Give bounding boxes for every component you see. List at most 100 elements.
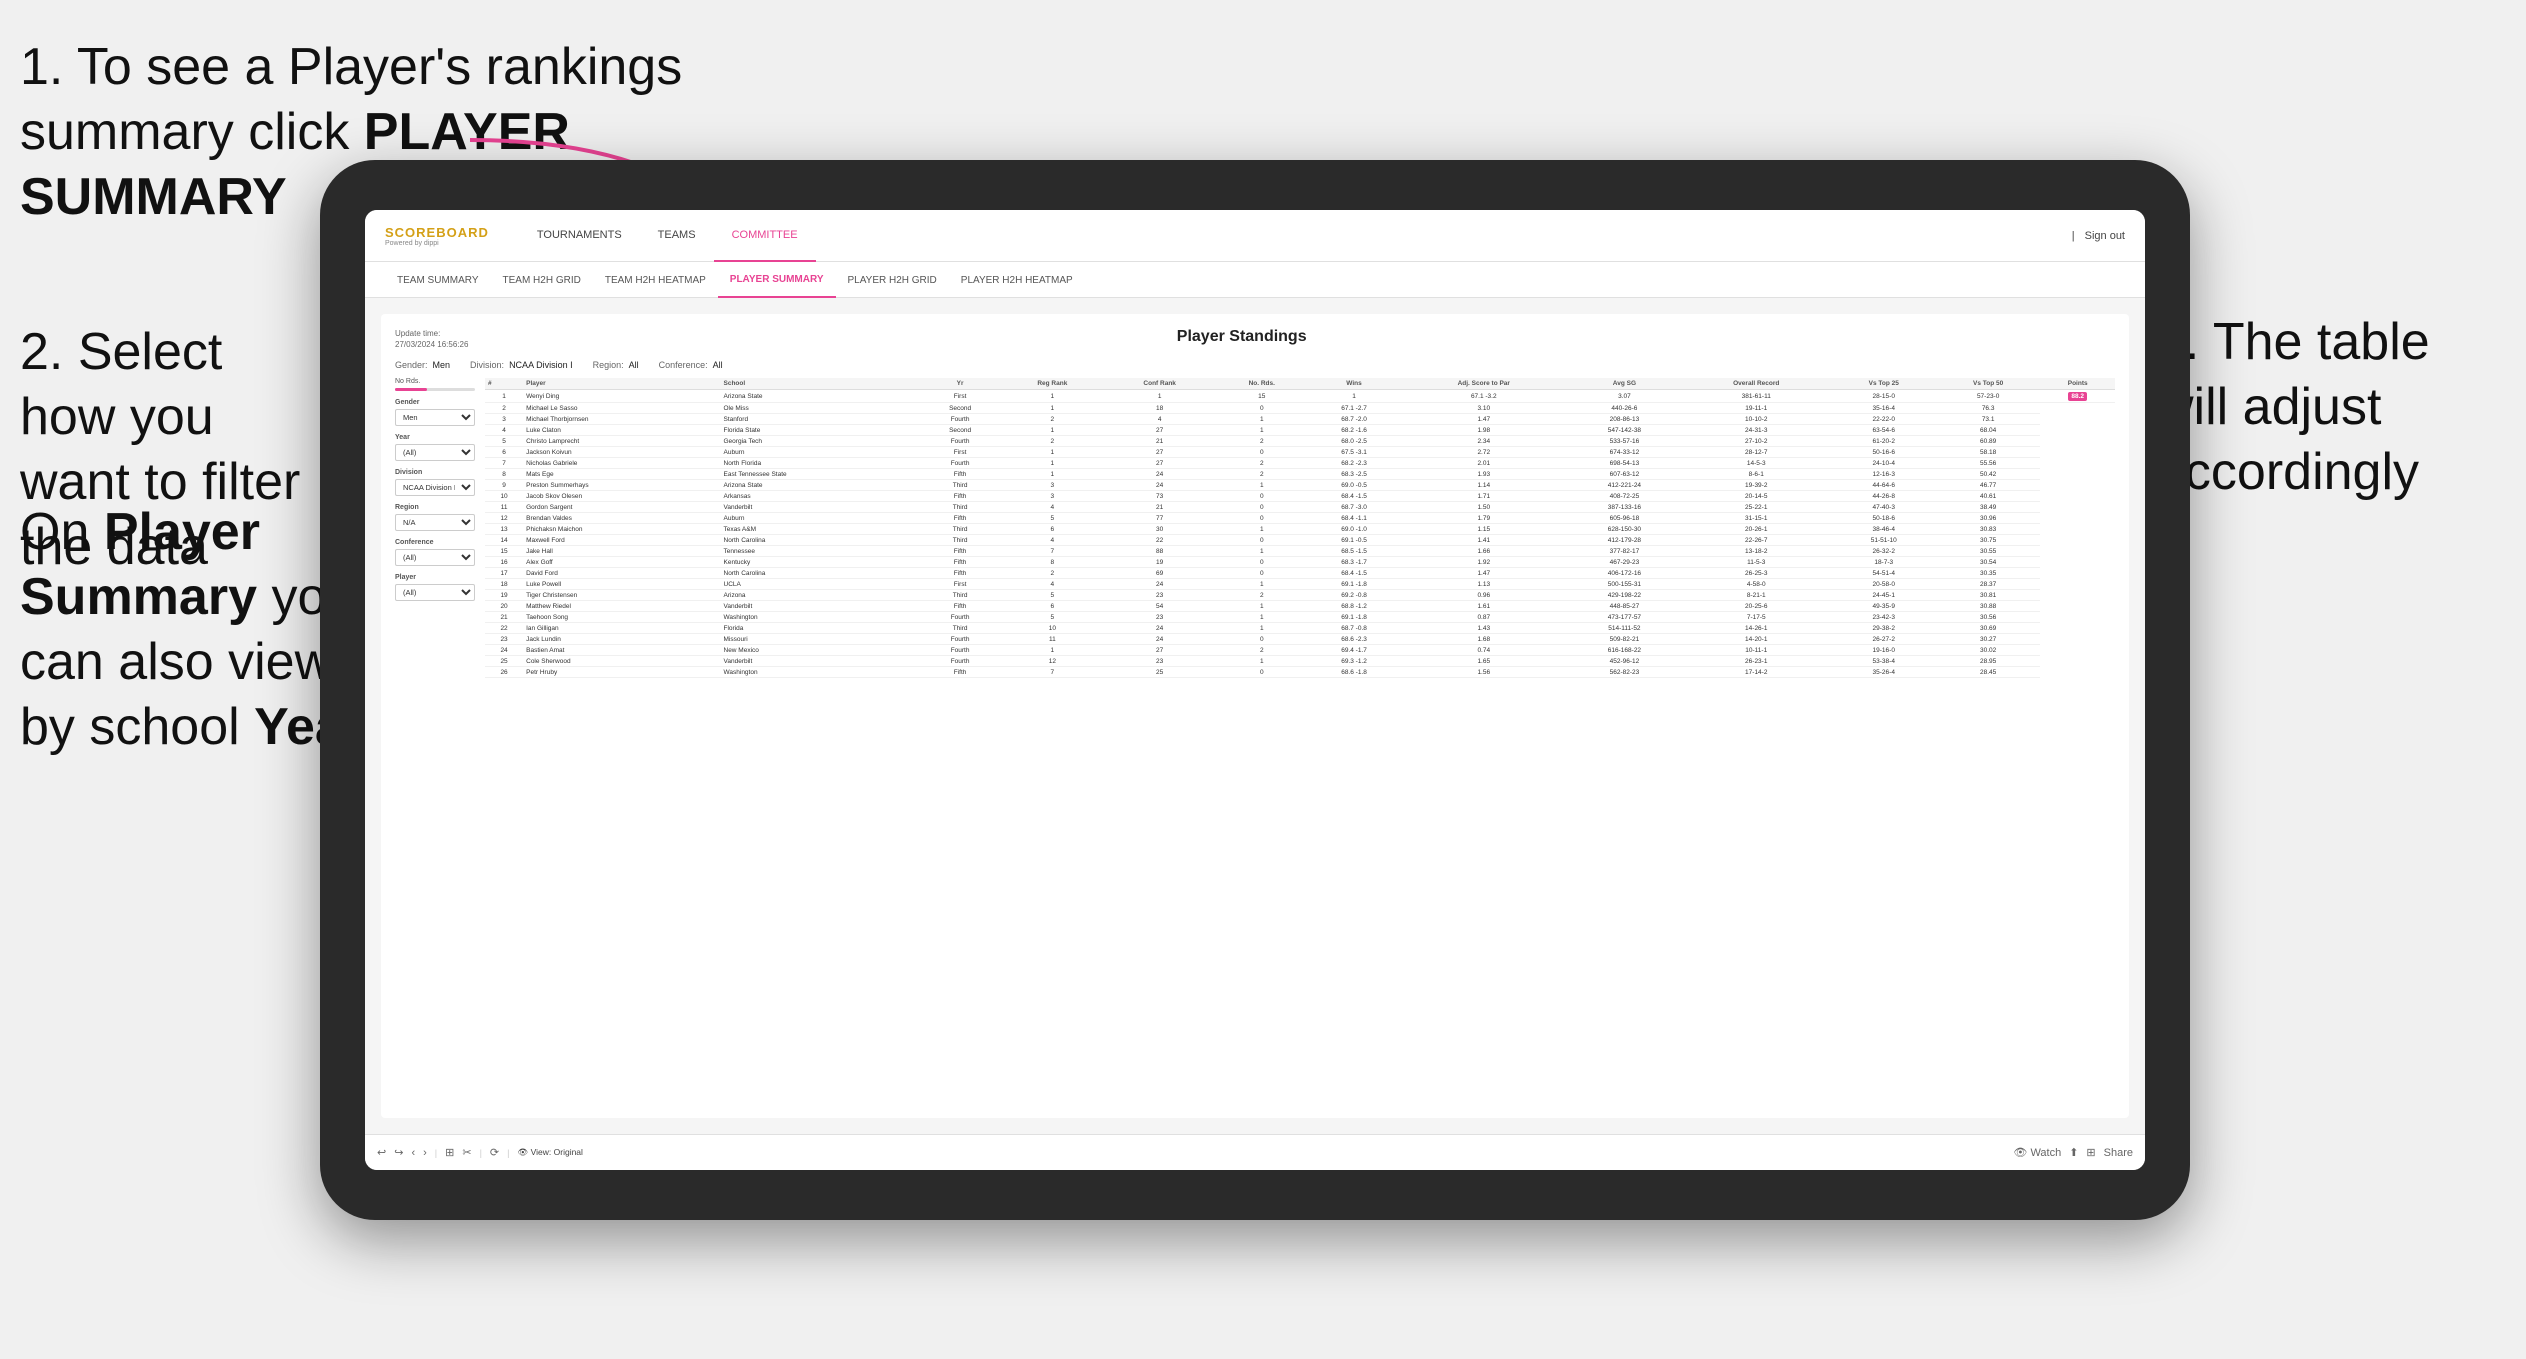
grid-btn[interactable]: ⊞ [2086, 1146, 2095, 1159]
table-cell: Fourth [920, 634, 1001, 645]
table-cell: 2 [1215, 469, 1308, 480]
division-select[interactable]: NCAA Division I NCAA Division II NCAA Di… [395, 479, 475, 496]
table-cell: 35-16-4 [1832, 403, 1936, 414]
table-row: 8Mats EgeEast Tennessee StateFifth124268… [485, 469, 2115, 480]
table-cell: 605-96-18 [1568, 513, 1681, 524]
table-cell: 408-72-25 [1568, 491, 1681, 502]
table-cell: 467-29-23 [1568, 557, 1681, 568]
table-cell: 68.04 [1936, 425, 2040, 436]
subnav-team-summary[interactable]: TEAM SUMMARY [385, 262, 491, 298]
table-cell: 23 [1104, 612, 1215, 623]
table-cell: 24 [1104, 623, 1215, 634]
table-cell: 63-54-6 [1832, 425, 1936, 436]
nav-teams[interactable]: TEAMS [640, 210, 714, 262]
table-cell: Fourth [920, 414, 1001, 425]
table-cell: 30.88 [1936, 601, 2040, 612]
nav-tournaments[interactable]: TOURNAMENTS [519, 210, 640, 262]
table-row: 16Alex GoffKentuckyFifth819068.3 -1.71.9… [485, 557, 2115, 568]
table-cell: 15 [485, 546, 523, 557]
table-cell: Jack Lundin [523, 634, 720, 645]
table-cell: East Tennessee State [721, 469, 920, 480]
conference-select[interactable]: (All) [395, 549, 475, 566]
gender-select[interactable]: Men Women [395, 409, 475, 426]
table-cell: 412-221-24 [1568, 480, 1681, 491]
table-cell: 69.1 -1.8 [1308, 579, 1399, 590]
tablet-device: SCOREBOARD Powered by dippi TOURNAMENTS … [320, 160, 2190, 1220]
table-cell: 40.61 [1936, 491, 2040, 502]
watch-btn[interactable]: 👁 Watch [2013, 1146, 2061, 1159]
table-cell: 1 [1215, 623, 1308, 634]
table-cell: Fifth [920, 601, 1001, 612]
table-cell: 68.3 -1.7 [1308, 557, 1399, 568]
table-cell: 38-46-4 [1832, 524, 1936, 535]
table-cell: Fifth [920, 491, 1001, 502]
nav-committee[interactable]: COMMITTEE [714, 210, 816, 262]
table-cell: 0 [1215, 634, 1308, 645]
table-cell: 10 [1001, 623, 1105, 634]
table-cell: 514-111-52 [1568, 623, 1681, 634]
table-cell: 448-85-27 [1568, 601, 1681, 612]
table-cell: 3.10 [1400, 403, 1568, 414]
table-cell: Third [920, 524, 1001, 535]
table-cell: 69.1 -0.5 [1308, 535, 1399, 546]
col-player: Player [523, 378, 720, 390]
table-cell: 69.0 -0.5 [1308, 480, 1399, 491]
table-cell: 18 [485, 579, 523, 590]
rds-slider[interactable] [395, 388, 475, 391]
copy-btn[interactable]: ⊞ [445, 1146, 454, 1159]
table-cell: 77 [1104, 513, 1215, 524]
subnav-player-summary[interactable]: PLAYER SUMMARY [718, 262, 836, 298]
filter-group-gender: Gender Men Women [395, 399, 475, 426]
export-btn[interactable]: ⬆ [2069, 1146, 2078, 1159]
subnav-team-h2h-grid[interactable]: TEAM H2H GRID [491, 262, 593, 298]
cut-btn[interactable]: ✂ [462, 1146, 471, 1159]
table-cell: Auburn [721, 447, 920, 458]
table-cell: 10 [485, 491, 523, 502]
subnav-team-h2h-heatmap[interactable]: TEAM H2H HEATMAP [593, 262, 718, 298]
subnav-player-h2h-grid[interactable]: PLAYER H2H GRID [836, 262, 949, 298]
table-cell: 10-10-2 [1681, 414, 1832, 425]
year-select[interactable]: (All) First Second Third Fourth Fifth [395, 444, 475, 461]
table-cell: 1.66 [1400, 546, 1568, 557]
table-cell: 68.7 -0.8 [1308, 623, 1399, 634]
undo-btn[interactable]: ↩ [377, 1146, 386, 1159]
table-cell: 50.42 [1936, 469, 2040, 480]
table-cell: 1.79 [1400, 513, 1568, 524]
table-cell: 4 [1104, 414, 1215, 425]
table-cell: 5 [485, 436, 523, 447]
forward-btn[interactable]: › [423, 1147, 427, 1159]
table-cell: 60.89 [1936, 436, 2040, 447]
region-select[interactable]: N/A All [395, 514, 475, 531]
table-cell: 2.72 [1400, 447, 1568, 458]
share-btn[interactable]: Share [2104, 1147, 2133, 1159]
table-cell: 547-142-38 [1568, 425, 1681, 436]
table-cell: Third [920, 502, 1001, 513]
table-cell: 44-26-8 [1832, 491, 1936, 502]
table-row: 5Christo LamprechtGeorgia TechFourth2212… [485, 436, 2115, 447]
refresh-btn[interactable]: ⟳ [490, 1146, 499, 1159]
subnav-player-h2h-heatmap[interactable]: PLAYER H2H HEATMAP [949, 262, 1085, 298]
table-cell: Tennessee [721, 546, 920, 557]
back-btn[interactable]: ‹ [411, 1147, 415, 1159]
table-row: 7Nicholas GabrieleNorth FloridaFourth127… [485, 458, 2115, 469]
table-cell: 562-82-23 [1568, 667, 1681, 678]
table-cell: Tiger Christensen [523, 590, 720, 601]
filter-group-rds: No Rds. [395, 378, 475, 391]
player-select[interactable]: (All) [395, 584, 475, 601]
table-cell: New Mexico [721, 645, 920, 656]
table-cell: Nicholas Gabriele [523, 458, 720, 469]
table-cell: 1 [1215, 656, 1308, 667]
table-cell: 20 [485, 601, 523, 612]
sign-out-link[interactable]: Sign out [2085, 230, 2125, 242]
filter-conference: Conference: All [659, 360, 723, 370]
table-cell: 1.56 [1400, 667, 1568, 678]
table-cell: Taehoon Song [523, 612, 720, 623]
redo-btn[interactable]: ↪ [394, 1146, 403, 1159]
table-cell: 429-198-22 [1568, 590, 1681, 601]
table-cell: 46.77 [1936, 480, 2040, 491]
table-cell: 5 [1001, 590, 1105, 601]
table-cell: Preston Summerhays [523, 480, 720, 491]
table-cell: 17-14-2 [1681, 667, 1832, 678]
table-cell: 1.50 [1400, 502, 1568, 513]
table-cell: 4 [1001, 502, 1105, 513]
